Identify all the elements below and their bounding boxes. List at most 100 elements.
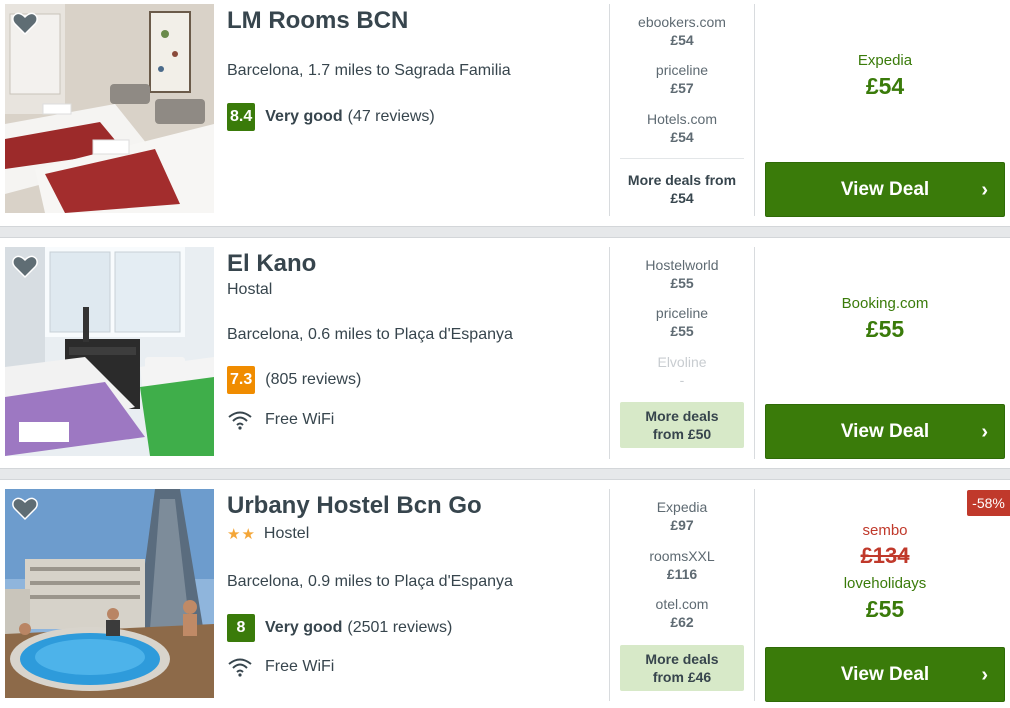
provider-amount: £97 xyxy=(670,517,694,533)
hotel-card: LM Rooms BCN Barcelona, 1.7 miles to Sag… xyxy=(0,0,1010,226)
chevron-right-icon: › xyxy=(981,179,988,201)
provider-amount: £116 xyxy=(666,566,698,582)
star-rating: ★★ xyxy=(227,526,256,543)
best-price: £54 xyxy=(865,73,905,99)
provider-amount: £54 xyxy=(670,129,694,145)
original-price: £134 xyxy=(860,543,910,568)
hotel-name[interactable]: Urbany Hostel Bcn Go xyxy=(227,492,482,520)
heart-icon[interactable] xyxy=(11,10,39,38)
provider-amount: £62 xyxy=(670,614,694,630)
view-deal-button[interactable]: View Deal › xyxy=(765,404,1005,459)
view-deal-button[interactable]: View Deal › xyxy=(765,647,1005,702)
more-deals-price: from £50 xyxy=(652,426,712,442)
more-deals-button[interactable]: More deals from £46 xyxy=(620,645,744,691)
provider-name: otel.com xyxy=(655,596,709,612)
provider-price[interactable]: priceline £55 xyxy=(612,305,752,339)
more-deals-button[interactable]: More deals from £50 xyxy=(620,402,744,448)
provider-name: Hotels.com xyxy=(646,111,718,127)
provider-name: priceline xyxy=(655,305,709,321)
more-deals-label: More deals from xyxy=(627,172,737,188)
hotel-type-label: Hostal xyxy=(227,281,273,298)
provider-price[interactable]: Hotels.com £54 xyxy=(612,111,752,145)
divider xyxy=(609,489,610,701)
hotel-location: Barcelona, 0.6 miles to Plaça d'Espanya xyxy=(227,326,513,343)
provider-price[interactable]: otel.com £62 xyxy=(612,596,752,630)
heart-icon[interactable] xyxy=(11,495,39,523)
rating-badge: 8.4 xyxy=(227,103,256,131)
hotel-photo[interactable] xyxy=(5,247,214,456)
card-separator xyxy=(0,226,1010,238)
hotel-type-label: Hostel xyxy=(263,525,310,542)
best-deal[interactable]: Expedia £54 xyxy=(765,52,1005,100)
hotel-card: El Kano Hostal Barcelona, 0.6 miles to P… xyxy=(0,238,1010,468)
hotel-location: Barcelona, 1.7 miles to Sagrada Familia xyxy=(227,62,511,79)
amenity-label: Free WiFi xyxy=(265,411,335,428)
price-comparison: Expedia £97 roomsXXL £116 otel.com £62 M… xyxy=(612,480,752,708)
provider-amount: £54 xyxy=(670,32,694,48)
best-deal[interactable]: Booking.com £55 xyxy=(765,295,1005,343)
chevron-right-icon: › xyxy=(981,664,988,686)
provider-price[interactable]: ebookers.com £54 xyxy=(612,14,752,48)
provider-price[interactable]: priceline £57 xyxy=(612,62,752,96)
view-deal-button[interactable]: View Deal › xyxy=(765,162,1005,217)
divider xyxy=(754,489,755,701)
hotel-name[interactable]: LM Rooms BCN xyxy=(227,7,408,35)
hotel-type: ★★ Hostel xyxy=(227,525,309,543)
hotel-rating[interactable]: 8 Very good (2501 reviews) xyxy=(227,614,452,642)
provider-name: Expedia xyxy=(656,499,708,515)
card-separator xyxy=(0,468,1010,480)
chevron-right-icon: › xyxy=(981,421,988,443)
provider-amount: £55 xyxy=(670,323,694,339)
provider-name: Elvoline xyxy=(657,354,707,370)
hotel-location: Barcelona, 0.9 miles to Plaça d'Espanya xyxy=(227,573,513,590)
price-comparison: ebookers.com £54 priceline £57 Hotels.co… xyxy=(612,0,752,226)
amenity: Free WiFi xyxy=(227,657,334,677)
hotel-name[interactable]: El Kano xyxy=(227,250,316,278)
rating-word: Very good xyxy=(265,619,343,636)
view-deal-label: View Deal xyxy=(840,179,930,200)
more-deals-label: More deals xyxy=(645,651,719,667)
provider-price[interactable]: Hostelworld £55 xyxy=(612,257,752,291)
provider-name: Hostelworld xyxy=(645,257,719,273)
amenity: Free WiFi xyxy=(227,410,334,430)
more-deals-price: £54 xyxy=(670,190,694,206)
best-price: £55 xyxy=(865,316,905,342)
review-count: (47 reviews) xyxy=(347,108,435,125)
best-provider: Booking.com xyxy=(841,295,929,312)
best-provider: Expedia xyxy=(857,52,913,69)
heart-icon[interactable] xyxy=(11,253,39,281)
provider-name: ebookers.com xyxy=(638,14,726,30)
original-provider: sembo xyxy=(862,522,908,539)
more-deals-link[interactable]: More deals from £54 xyxy=(620,158,744,207)
hotel-rating[interactable]: 8.4 Very good (47 reviews) xyxy=(227,103,435,131)
provider-price: Elvoline - xyxy=(612,354,752,388)
hotel-card: Urbany Hostel Bcn Go ★★ Hostel Barcelona… xyxy=(0,480,1010,708)
price-comparison: Hostelworld £55 priceline £55 Elvoline -… xyxy=(612,238,752,468)
provider-amount: - xyxy=(679,372,685,388)
rating-badge: 8 xyxy=(227,614,255,642)
wifi-icon xyxy=(228,411,252,430)
hotel-type: Hostal xyxy=(227,281,272,299)
view-deal-label: View Deal xyxy=(840,664,930,685)
provider-name: roomsXXL xyxy=(649,548,715,564)
provider-price[interactable]: roomsXXL £116 xyxy=(612,548,752,582)
provider-amount: £55 xyxy=(670,275,694,291)
provider-name: priceline xyxy=(655,62,709,78)
divider xyxy=(609,247,610,459)
divider xyxy=(609,4,610,216)
provider-price[interactable]: Expedia £97 xyxy=(612,499,752,533)
divider xyxy=(754,247,755,459)
hotel-rating[interactable]: 7.3 (805 reviews) xyxy=(227,366,361,394)
rating-word: Very good xyxy=(265,108,343,125)
best-deal[interactable]: sembo £134 loveholidays £55 xyxy=(765,522,1005,623)
best-price: £55 xyxy=(865,596,905,622)
hotel-photo[interactable] xyxy=(5,4,214,213)
hotel-photo[interactable] xyxy=(5,489,214,698)
amenity-label: Free WiFi xyxy=(265,658,335,675)
more-deals-price: from £46 xyxy=(652,669,712,685)
more-deals-label: More deals xyxy=(645,408,719,424)
provider-amount: £57 xyxy=(670,80,694,96)
wifi-icon xyxy=(228,658,252,677)
rating-badge: 7.3 xyxy=(227,366,256,394)
discount-badge: -58% xyxy=(967,490,1010,516)
